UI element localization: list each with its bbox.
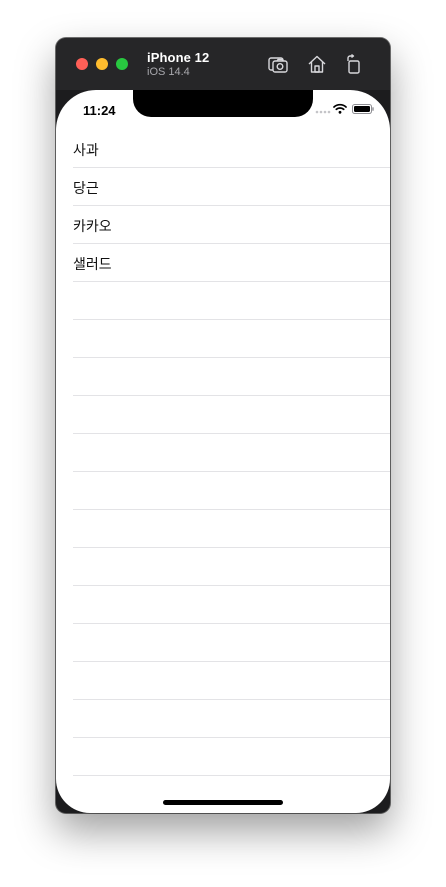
list-item-label: 카카오 (73, 219, 112, 235)
list-item[interactable]: 당근 (73, 168, 390, 206)
list-item[interactable]: 사과 (73, 130, 390, 168)
minimize-window-button[interactable] (96, 58, 108, 70)
empty-list-row (73, 776, 390, 813)
home-icon[interactable] (306, 53, 328, 75)
empty-list-row (73, 624, 390, 662)
list-item-label: 당근 (73, 181, 99, 197)
empty-list-row (73, 662, 390, 700)
battery-icon (352, 104, 374, 114)
list-item[interactable]: 카카오 (73, 206, 390, 244)
cellular-signal-icon (315, 110, 331, 114)
empty-list-row (73, 358, 390, 396)
status-bar-time: 11:24 (83, 103, 116, 118)
empty-list-row (73, 320, 390, 358)
simulator-window: iPhone 12 iOS 14.4 11:24 사과 당근 카카오 샐러드 (56, 38, 390, 813)
simulator-titlebar[interactable]: iPhone 12 iOS 14.4 (56, 38, 390, 90)
empty-list-row (73, 510, 390, 548)
desktop-background: iPhone 12 iOS 14.4 11:24 사과 당근 카카오 샐러드 (0, 0, 446, 887)
device-screen: 11:24 사과 당근 카카오 샐러드 (56, 90, 390, 813)
empty-list-row (73, 586, 390, 624)
rotate-icon[interactable] (343, 53, 365, 75)
empty-list-row (73, 472, 390, 510)
item-list: 사과 당근 카카오 샐러드 (56, 130, 390, 813)
empty-list-row (73, 282, 390, 320)
empty-list-row (73, 700, 390, 738)
screenshot-icon[interactable] (267, 53, 289, 75)
list-item-label: 사과 (73, 143, 99, 159)
list-item-label: 샐러드 (73, 257, 112, 273)
close-window-button[interactable] (76, 58, 88, 70)
device-os-version: iOS 14.4 (147, 66, 190, 78)
zoom-window-button[interactable] (116, 58, 128, 70)
empty-list-row (73, 738, 390, 776)
list-item[interactable]: 샐러드 (73, 244, 390, 282)
device-name: iPhone 12 (147, 50, 210, 65)
wifi-icon (333, 103, 347, 114)
empty-list-row (73, 548, 390, 586)
empty-list-row (73, 396, 390, 434)
empty-list-row (73, 434, 390, 472)
device-notch (133, 90, 313, 117)
home-indicator[interactable] (163, 800, 283, 805)
